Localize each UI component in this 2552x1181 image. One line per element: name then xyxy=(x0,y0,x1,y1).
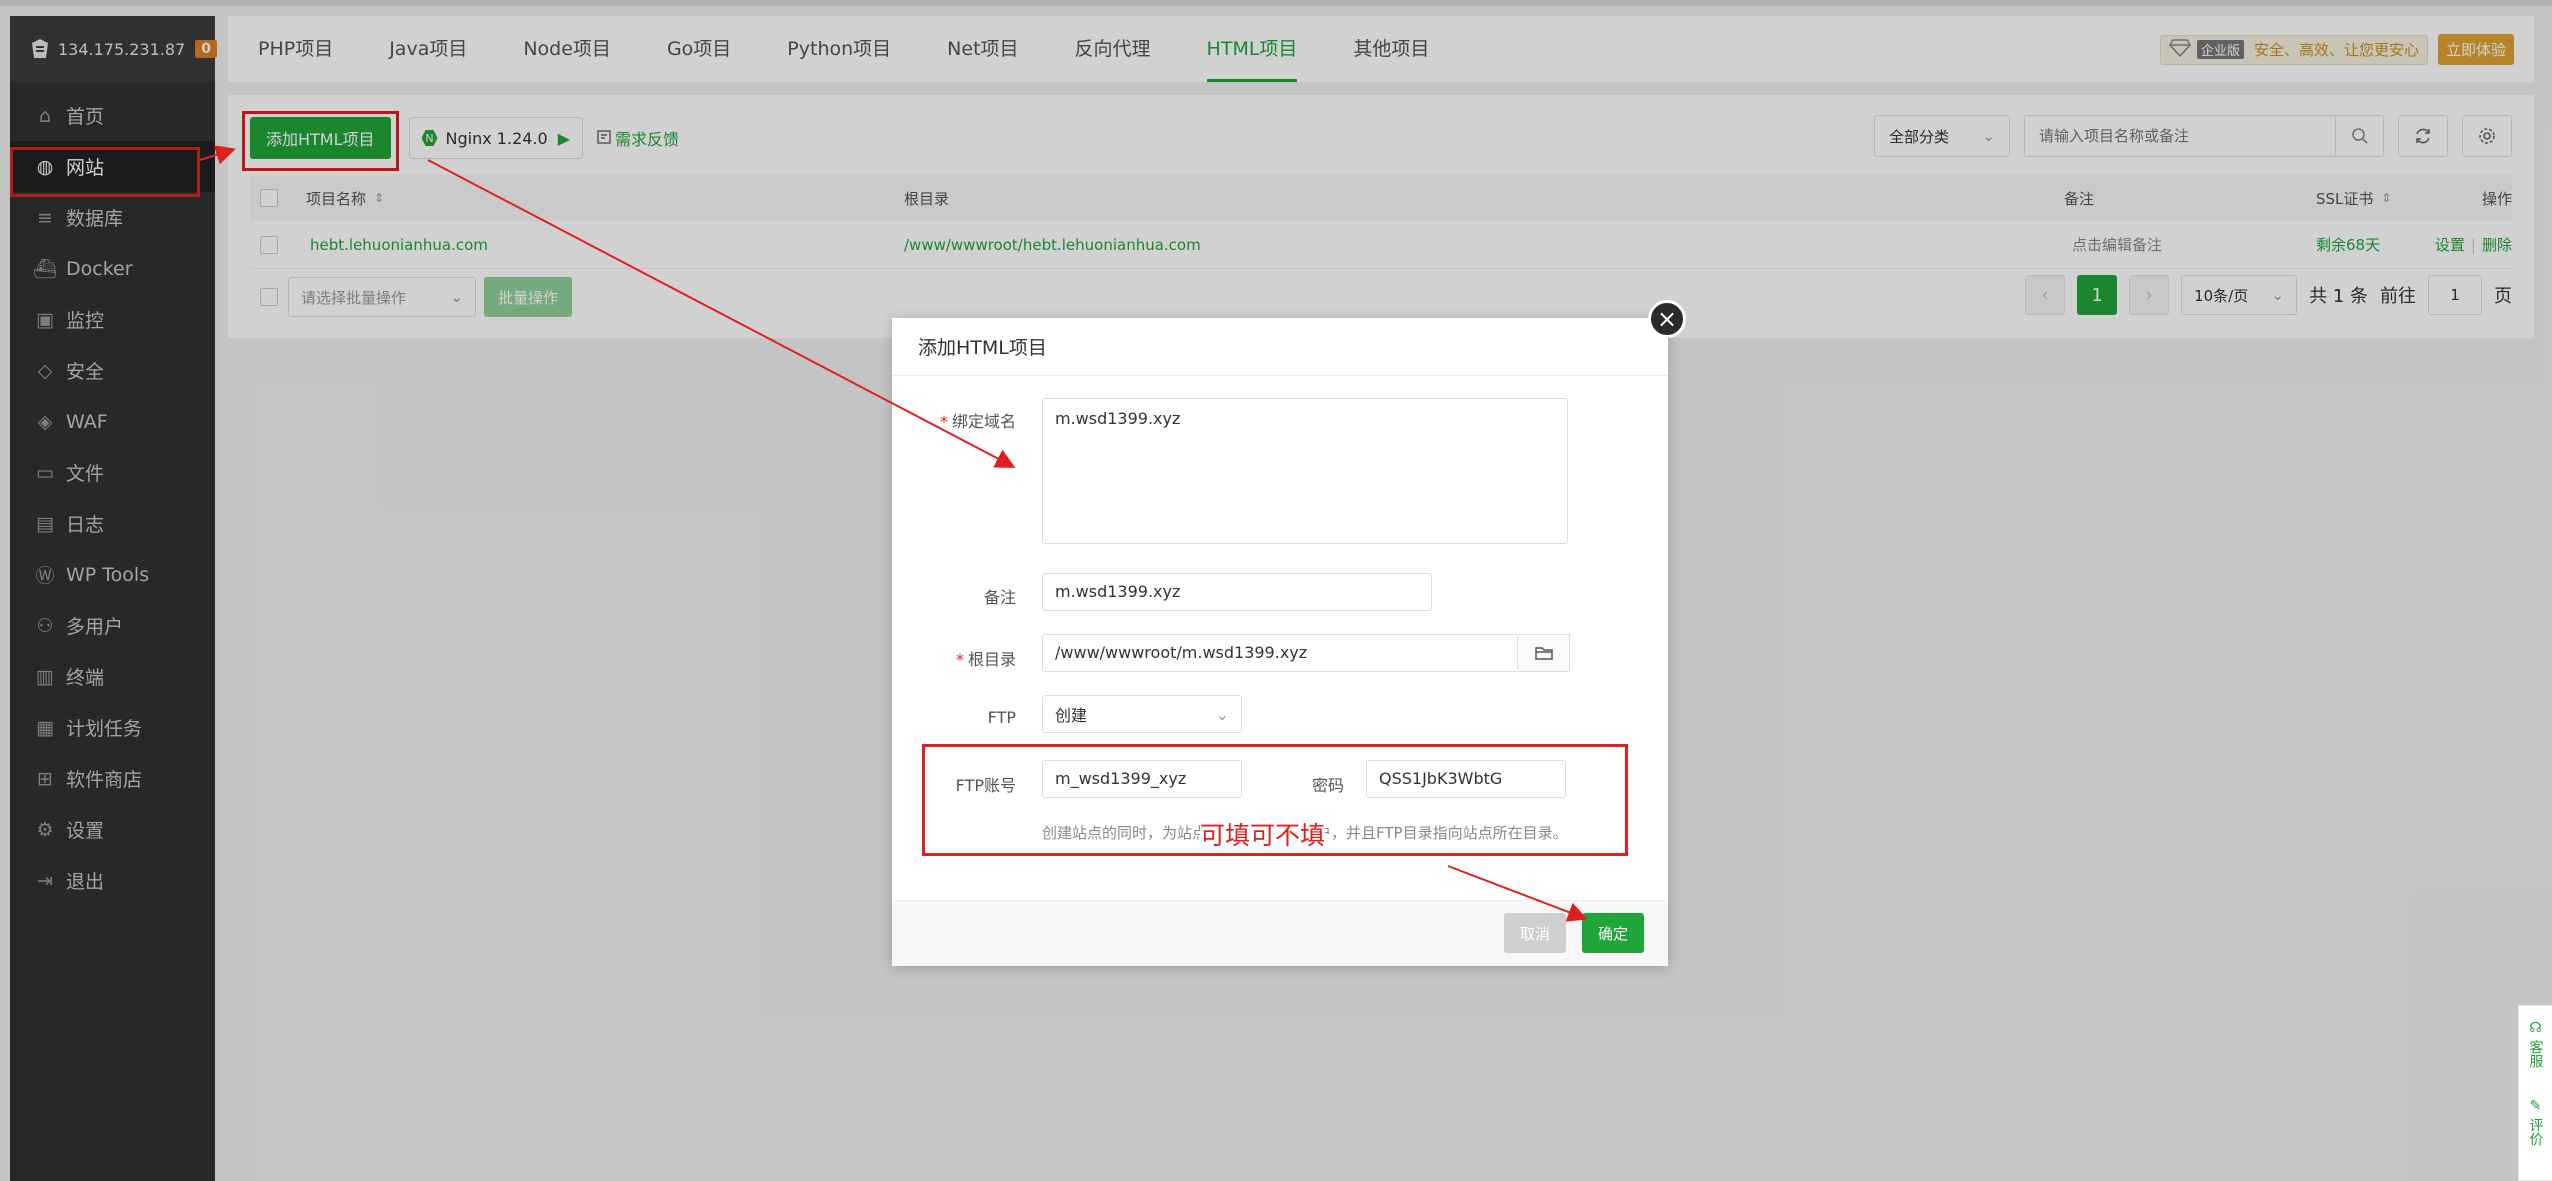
root-row: * 根目录 xyxy=(892,634,1016,670)
headset-icon: ☊ xyxy=(2529,1020,2542,1036)
edit-icon: ✎ xyxy=(2529,1098,2542,1114)
remark-label: 备注 xyxy=(983,588,1016,607)
review-link[interactable]: 评价 xyxy=(2526,1118,2546,1146)
annotation-optional-text: 可填可不填 xyxy=(1200,816,1326,852)
folder-icon[interactable] xyxy=(1518,634,1570,672)
remark-row: 备注 xyxy=(892,572,1016,608)
cancel-button[interactable]: 取消 xyxy=(1504,913,1566,953)
floating-service-bar: ☊ 客服 ✎ 评价 xyxy=(2518,1005,2552,1181)
confirm-button[interactable]: 确定 xyxy=(1582,913,1644,953)
domain-textarea[interactable]: m.wsd1399.xyz xyxy=(1042,398,1568,544)
add-html-project-dialog: 添加HTML项目 × * 绑定域名 m.wsd1399.xyz 备注 m.wsd1… xyxy=(892,300,1686,966)
domain-label: * 绑定域名 xyxy=(892,396,1016,432)
required-mark: * xyxy=(955,650,964,669)
domain-row: * 绑定域名 xyxy=(892,396,1016,432)
domain-label-text: 绑定域名 xyxy=(951,412,1016,431)
required-mark: * xyxy=(939,412,948,431)
chevron-down-icon: ⌄ xyxy=(1215,704,1229,724)
ftp-label: FTP xyxy=(987,708,1016,727)
ftp-select[interactable]: 创建 ⌄ xyxy=(1042,695,1242,733)
dialog-footer: 取消 确定 xyxy=(892,900,1668,966)
ftp-select-value: 创建 xyxy=(1055,706,1088,725)
root-dir-input[interactable]: /www/wwwroot/m.wsd1399.xyz xyxy=(1042,634,1518,672)
ftp-row: FTP xyxy=(892,696,1016,727)
dialog-title: 添加HTML项目 xyxy=(892,318,1668,376)
customer-service-link[interactable]: 客服 xyxy=(2526,1040,2546,1068)
root-label: * 根目录 xyxy=(892,634,1016,670)
close-icon[interactable]: × xyxy=(1648,300,1686,338)
root-label-text: 根目录 xyxy=(967,650,1016,669)
remark-input[interactable]: m.wsd1399.xyz xyxy=(1042,573,1432,611)
